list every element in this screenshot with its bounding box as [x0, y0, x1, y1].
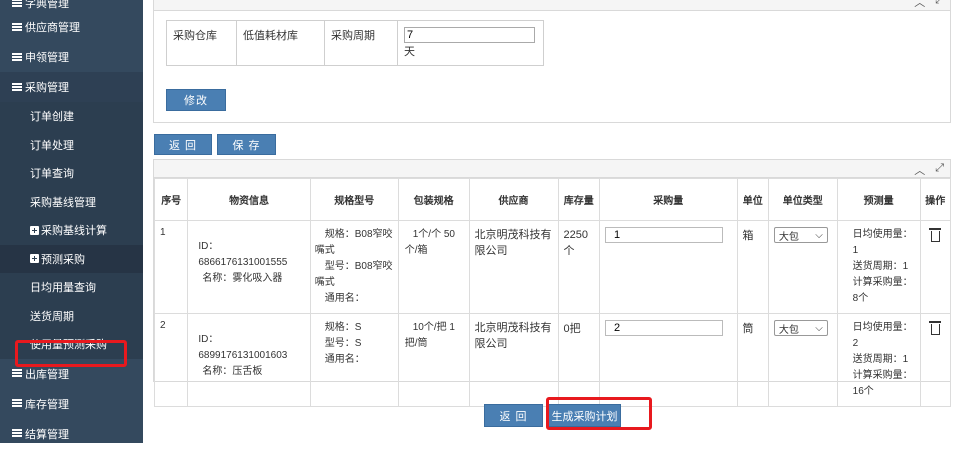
purchase-items-table: 序号 物资信息 规格型号 包装规格 供应商 库存量 采购量 单位 单位类型 预测…	[153, 178, 952, 407]
nav-settlement-management[interactable]: 结算管理	[0, 419, 143, 449]
nav-inventory-management[interactable]: 库存管理	[0, 389, 143, 419]
spec-info: 规格：S 型号：S 通用名：	[309, 313, 399, 407]
list-icon	[12, 82, 22, 92]
action-cell	[919, 220, 952, 314]
header-stock: 库存量	[557, 178, 601, 221]
purchase-qty-cell	[599, 220, 738, 314]
panel-header: ︿ ⤢	[154, 0, 950, 11]
unit-type-select[interactable]: 大包 ⌵	[773, 320, 828, 336]
period-label: 采购周期	[324, 20, 398, 66]
purchase-table-panel: ︿ ⤢ 序号 物资信息 规格型号 包装规格 供应商 库存量 采购量 单位 单位类…	[153, 159, 952, 407]
list-icon	[12, 22, 22, 32]
unit-type-cell: 大包 ⌵	[767, 220, 838, 314]
sidebar: 字典管理 供应商管理 申领管理 采购管理 订单创建 订单处理 订单查询 采购基线…	[0, 0, 143, 443]
highlight-box	[15, 340, 127, 367]
action-cell	[919, 313, 952, 407]
sidebar-item-order-process[interactable]: 订单处理	[0, 131, 143, 160]
table-row: 1 ID：6866176131001555 名称：雾化吸入器 规格：B08窄咬 …	[153, 220, 952, 314]
header-material: 物资信息	[187, 178, 311, 221]
header-unit: 单位	[736, 178, 769, 221]
sidebar-item-order-create[interactable]: 订单创建	[0, 102, 143, 131]
header-action: 操作	[919, 178, 952, 221]
package-spec: 10个/把 1 把/筒	[397, 313, 470, 407]
nav-dictionary-management[interactable]: 字典管理	[0, 0, 143, 12]
header-forecast: 预测量	[836, 178, 921, 221]
main-content: ︿ ⤢ 采购仓库 低值耗材库 采购周期 天 修改 返 回 保 存 ︿ ⤢	[153, 0, 964, 443]
list-icon	[12, 0, 22, 8]
trash-icon[interactable]	[928, 228, 941, 242]
purchase-qty-input[interactable]	[605, 227, 723, 243]
sidebar-item-forecast-purchase[interactable]: 预测采购	[0, 244, 143, 273]
table-header-row: 序号 物资信息 规格型号 包装规格 供应商 库存量 采购量 单位 单位类型 预测…	[153, 178, 952, 221]
edit-button[interactable]: 修改	[166, 89, 226, 111]
forecast: 日均使用量：1 送货周期：1 计算采购量：8个	[836, 220, 921, 314]
forecast: 日均使用量：2 送货周期：1 计算采购量：16个	[836, 313, 921, 407]
list-icon	[12, 52, 22, 62]
table-row: 2 ID：6899176131001603 名称：压舌板 规格：S 型号：S 通…	[153, 313, 952, 407]
purchase-submenu: 订单创建 订单处理 订单查询 采购基线管理 采购基线计算 预测采购 日均用量查询…	[0, 102, 143, 359]
trash-icon[interactable]	[928, 321, 941, 335]
row-index: 2	[153, 313, 189, 407]
list-icon	[12, 399, 22, 408]
chevron-down-icon: ⌵	[815, 322, 823, 334]
nav-requisition-management[interactable]: 申领管理	[0, 42, 143, 72]
list-icon	[12, 369, 22, 378]
highlight-box	[546, 397, 652, 430]
panel-header: ︿ ⤢	[154, 160, 950, 178]
warehouse-value: 低值耗材库	[236, 20, 325, 66]
unit: 箱	[736, 220, 769, 314]
warehouse-label: 采购仓库	[166, 20, 237, 66]
plus-icon	[30, 254, 39, 264]
header-purchase-qty: 采购量	[599, 178, 738, 221]
purchase-qty-cell	[599, 313, 738, 407]
supplier: 北京明茂科技有限公司	[468, 220, 559, 314]
sidebar-item-baseline-management[interactable]: 采购基线管理	[0, 188, 143, 217]
purchase-settings-table: 采购仓库 低值耗材库 采购周期 天	[166, 20, 544, 66]
list-icon	[12, 429, 22, 438]
sidebar-item-delivery-cycle[interactable]: 送货周期	[0, 302, 143, 331]
purchase-qty-input[interactable]	[605, 320, 723, 336]
nav-purchase-management[interactable]: 采购管理	[0, 72, 143, 102]
collapse-icon[interactable]: ︿	[914, 162, 925, 178]
chevron-down-icon: ⌵	[815, 229, 823, 241]
row-index: 1	[153, 220, 189, 314]
supplier: 北京明茂科技有限公司	[468, 313, 559, 407]
expand-icon[interactable]: ⤢	[935, 0, 944, 10]
back-button[interactable]: 返 回	[484, 404, 543, 427]
back-button[interactable]: 返 回	[154, 134, 212, 155]
unit: 筒	[736, 313, 769, 407]
sidebar-item-daily-usage-query[interactable]: 日均用量查询	[0, 273, 143, 302]
header-index: 序号	[153, 178, 189, 221]
header-unit-type: 单位类型	[767, 178, 838, 221]
material-info: ID：6899176131001603 名称：压舌板	[187, 313, 311, 407]
unit-type-cell: 大包 ⌵	[767, 313, 838, 407]
material-info: ID：6866176131001555 名称：雾化吸入器	[187, 220, 311, 314]
header-supplier: 供应商	[468, 178, 559, 221]
collapse-icon[interactable]: ︿	[914, 0, 925, 10]
header-spec: 规格型号	[309, 178, 399, 221]
plus-icon	[30, 225, 39, 235]
expand-icon[interactable]: ⤢	[935, 162, 944, 178]
stock: 0把	[557, 313, 601, 407]
nav-supplier-management[interactable]: 供应商管理	[0, 12, 143, 42]
save-button[interactable]: 保 存	[217, 134, 276, 155]
period-input[interactable]	[404, 27, 535, 43]
stock: 2250个	[557, 220, 601, 314]
header-package: 包装规格	[397, 178, 470, 221]
sidebar-item-order-query[interactable]: 订单查询	[0, 159, 143, 188]
package-spec: 1个/个 50 个/箱	[397, 220, 470, 314]
unit-type-select[interactable]: 大包 ⌵	[773, 227, 828, 243]
spec-info: 规格：B08窄咬 嘴式 型号：B08窄咬 嘴式 通用名：	[309, 220, 399, 314]
settings-panel: ︿ ⤢ 采购仓库 低值耗材库 采购周期 天 修改	[153, 0, 951, 123]
period-unit: 天	[404, 46, 415, 58]
period-cell: 天	[397, 20, 544, 66]
sidebar-item-baseline-calc[interactable]: 采购基线计算	[0, 216, 143, 245]
